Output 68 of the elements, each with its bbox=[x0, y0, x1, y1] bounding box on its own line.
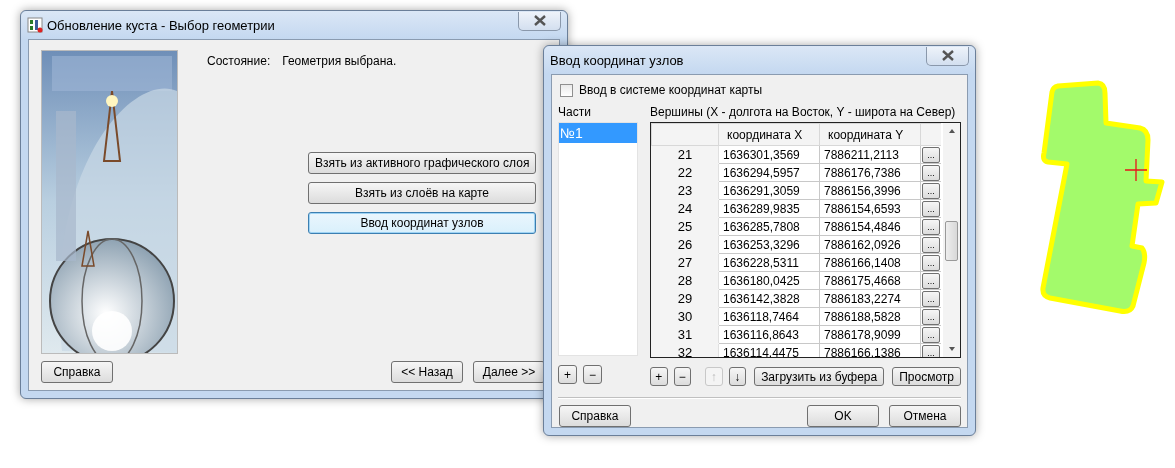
ellipsis-button[interactable]: ... bbox=[922, 326, 940, 343]
table-cell: 1636289,9835 bbox=[718, 199, 820, 218]
button[interactable]: Справка bbox=[41, 361, 113, 383]
ellipsis-button[interactable]: ... bbox=[922, 236, 940, 253]
ellipsis-button[interactable]: ... bbox=[922, 344, 940, 357]
table-cell: 1636301,3569 bbox=[718, 145, 820, 164]
button[interactable]: + bbox=[558, 365, 577, 384]
ellipsis-button[interactable]: ... bbox=[922, 254, 940, 271]
button[interactable]: ↓ bbox=[728, 367, 747, 386]
table-cell: 7886188,5828 bbox=[819, 307, 921, 326]
window-title: Ввод координат узлов bbox=[550, 52, 685, 68]
table-cell: 7886154,6593 bbox=[819, 199, 921, 218]
close-icon bbox=[940, 50, 955, 61]
table-cell: 1636180,0425 bbox=[718, 271, 820, 290]
button[interactable]: − bbox=[583, 365, 602, 384]
table-cell: 1636118,7464 bbox=[718, 307, 820, 326]
button[interactable]: Взять из активного графического слоя bbox=[308, 152, 536, 174]
button[interactable]: Отмена bbox=[889, 405, 961, 427]
table-cell: 1636294,5957 bbox=[718, 163, 820, 182]
close-button[interactable] bbox=[926, 46, 969, 66]
app-icon bbox=[27, 17, 43, 33]
checkbox-label: Ввод в системе координат карты bbox=[579, 83, 763, 97]
table-cell: 7886166,1408 bbox=[819, 253, 921, 272]
ellipsis-button[interactable]: ... bbox=[922, 182, 940, 199]
vertices-label: Вершины (X - долгота на Восток, Y - широта на Север) bbox=[650, 105, 957, 119]
close-icon bbox=[532, 15, 547, 26]
table-cell: 1636253,3296 bbox=[718, 235, 820, 254]
ellipsis-button[interactable]: ... bbox=[922, 146, 940, 163]
table-cell: 7886211,2113 bbox=[819, 145, 921, 164]
button[interactable]: Загрузить из буфера bbox=[754, 367, 885, 386]
table-cell: 7886156,3996 bbox=[819, 181, 921, 200]
close-button[interactable] bbox=[518, 11, 561, 31]
button[interactable]: << Назад bbox=[391, 361, 463, 383]
button[interactable]: + bbox=[650, 367, 668, 386]
button[interactable]: Просмотр bbox=[892, 367, 961, 386]
table-cell: 7886176,7386 bbox=[819, 163, 921, 182]
table-cell: 1636228,5311 bbox=[718, 253, 820, 272]
status-label: Состояние: bbox=[207, 54, 271, 68]
button[interactable]: Взять из слоёв на карте bbox=[308, 182, 536, 204]
button[interactable]: OK bbox=[807, 405, 879, 427]
table-cell: 7886183,2274 bbox=[819, 289, 921, 308]
button[interactable]: Ввод координат узлов bbox=[308, 212, 536, 234]
table-cell: 1636142,3828 bbox=[718, 289, 820, 308]
status-value: Геометрия выбрана. bbox=[282, 54, 397, 68]
ellipsis-button[interactable]: ... bbox=[922, 308, 940, 325]
scrollbar-thumb[interactable] bbox=[945, 221, 958, 261]
parts-label: Части bbox=[558, 105, 592, 119]
ellipsis-button[interactable]: ... bbox=[922, 290, 940, 307]
ellipsis-button[interactable]: ... bbox=[922, 218, 940, 235]
table-cell: 7886178,9099 bbox=[819, 325, 921, 344]
checkbox[interactable] bbox=[560, 83, 573, 97]
table-cell: 1636116,8643 bbox=[718, 325, 820, 344]
table-cell: 7886162,0926 bbox=[819, 235, 921, 254]
scrollbar[interactable] bbox=[943, 123, 960, 357]
table-cell: 7886175,4668 bbox=[819, 271, 921, 290]
ellipsis-button[interactable]: ... bbox=[922, 200, 940, 217]
column-header: координата Y bbox=[819, 123, 921, 146]
table-cell: 1636285,7808 bbox=[718, 217, 820, 236]
crosshair-icon bbox=[1125, 159, 1147, 181]
button[interactable]: − bbox=[673, 367, 692, 386]
button[interactable]: Справка bbox=[559, 405, 631, 427]
ellipsis-button[interactable]: ... bbox=[922, 272, 940, 289]
button[interactable]: Далее >> bbox=[473, 361, 545, 383]
ellipsis-button[interactable]: ... bbox=[922, 164, 940, 181]
window-title: Обновление куста - Выбор геометрии bbox=[47, 17, 276, 33]
table-cell: 1636291,3059 bbox=[718, 181, 820, 200]
column-header: координата X bbox=[718, 123, 820, 146]
table-cell: 7886154,4846 bbox=[819, 217, 921, 236]
